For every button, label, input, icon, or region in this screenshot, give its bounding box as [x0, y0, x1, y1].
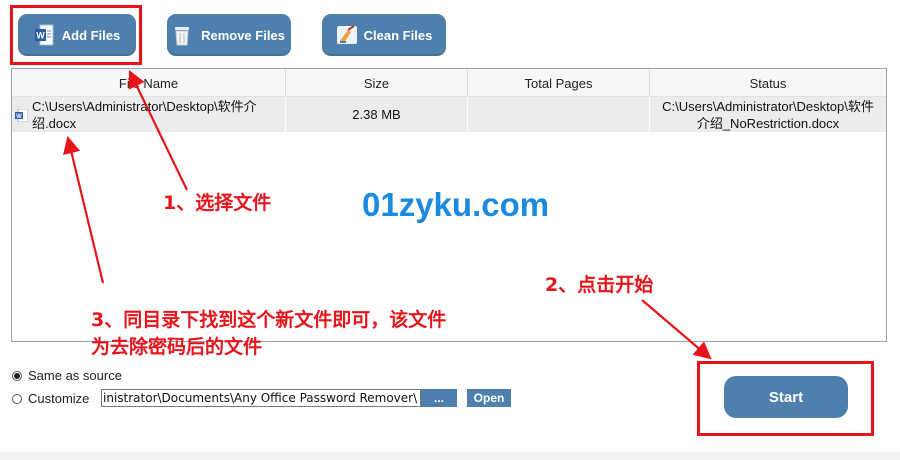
customize-radio[interactable]	[12, 393, 22, 404]
customize-option[interactable]: Customize	[12, 391, 89, 406]
start-highlight-box	[697, 361, 874, 436]
same-as-source-radio[interactable]	[12, 370, 22, 381]
open-button[interactable]: Open	[467, 389, 511, 407]
customize-label: Customize	[28, 391, 90, 406]
same-as-source-label: Same as source	[28, 368, 122, 383]
custom-path-input[interactable]: inistrator\Documents\Any Office Password…	[101, 389, 421, 407]
arrow-to-file-name-header	[128, 70, 188, 191]
same-as-source-option[interactable]: Same as source	[12, 368, 122, 383]
window-bottom-edge	[0, 452, 900, 460]
browse-button[interactable]: ...	[421, 389, 457, 407]
arrow-to-start-button	[641, 299, 712, 360]
arrow-to-file-row	[63, 135, 105, 284]
